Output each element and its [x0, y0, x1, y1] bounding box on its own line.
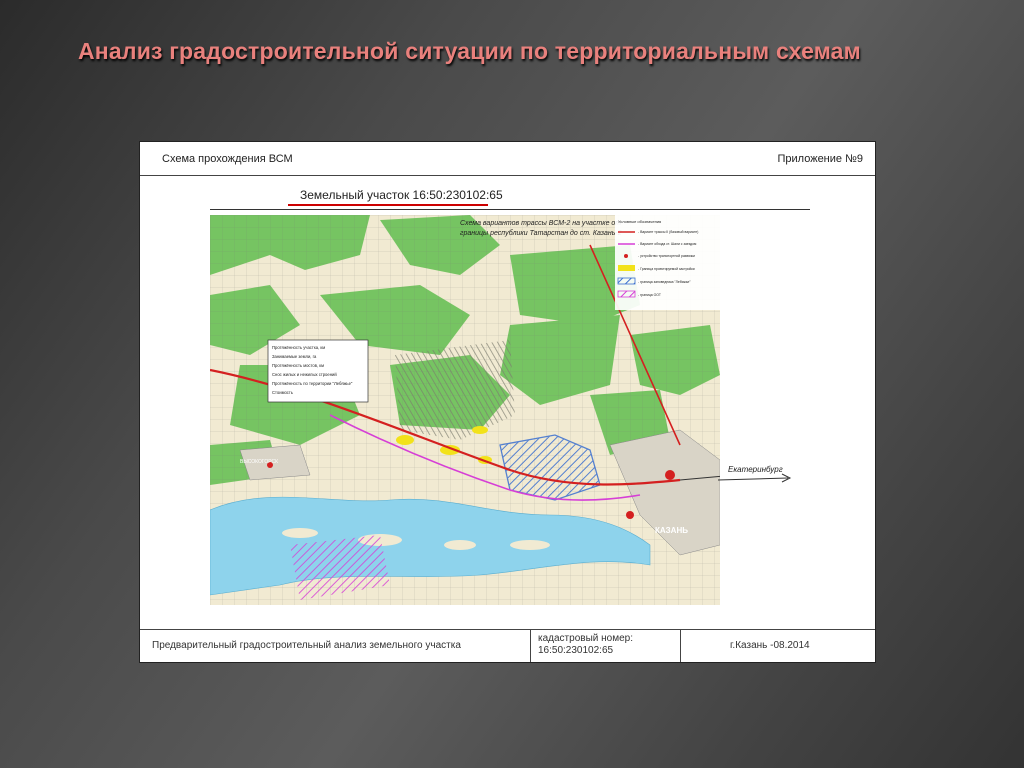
sheet-footer: Предварительный градостроительный анализ…: [140, 629, 875, 662]
legend-item: - устройство транспортной развязки: [638, 254, 695, 258]
city-label: КАЗАНЬ: [655, 526, 688, 535]
info-row: Стоимость: [272, 390, 294, 395]
legend-item: - Вариант трассы II (базовый вариант): [638, 230, 698, 234]
info-row: Протяжённость мостов, км: [272, 363, 324, 368]
map-caption-line2: границы республики Татарстан до ст. Каза…: [460, 229, 622, 237]
info-row: Протяжённость по территории "Лебяжье": [272, 381, 353, 386]
footer-divider: [530, 630, 531, 662]
footer-divider: [680, 630, 681, 662]
cadastral-block: кадастровый номер: 16:50:230102:65: [538, 633, 678, 665]
info-box: Протяжённость участка, км Занимаемые зем…: [267, 339, 369, 403]
legend-title: Условные обозначения: [618, 219, 661, 224]
route-map: Протяжённость участка, км Занимаемые зем…: [210, 215, 720, 605]
direction-arrow: Екатеринбург: [718, 465, 792, 483]
appendix-number: Приложение №9: [777, 153, 864, 165]
legend-item: - граница ООТ: [638, 293, 661, 297]
info-row: Протяжённость участка, км: [272, 345, 325, 350]
sheet-header: Схема прохождения ВСМ Приложение №9: [140, 142, 875, 176]
map-legend: Условные обозначения - Вариант трассы II…: [615, 215, 720, 310]
header-rule: [210, 209, 810, 210]
map-caption-line1: Схема вариантов трассы ВСМ-2 на участке …: [460, 220, 621, 227]
map-sheet: Схема прохождения ВСМ Приложение №9 Земе…: [139, 141, 876, 663]
legend-item: - Вариант обхода ст. Шали с заездом: [638, 242, 697, 246]
sheet-header-title: Схема прохождения ВСМ: [162, 153, 293, 165]
legend-item: - Граница проектируемой застройки: [638, 267, 695, 271]
cadastral-number: 16:50:230102:65: [538, 645, 614, 656]
land-plot-label: Земельный участок 16:50:230102:65: [300, 188, 503, 202]
place-date: г.Казань -08.2014: [730, 640, 810, 651]
info-row: Занимаемые земли, га: [272, 354, 317, 359]
direction-label: Екатеринбург: [728, 465, 783, 474]
info-row: Снос жилых и нежилых строений: [272, 372, 337, 377]
cadastral-label: кадастровый номер:: [538, 633, 633, 644]
footer-title: Предварительный градостроительный анализ…: [152, 640, 461, 651]
town-label: ВЫСОКОГОРСК: [240, 459, 278, 465]
plot-label-underline: [288, 204, 488, 206]
slide-title: Анализ градостроительной ситуации по тер…: [78, 38, 861, 64]
legend-item: - граница заповедника "Лебяжье": [638, 280, 691, 284]
